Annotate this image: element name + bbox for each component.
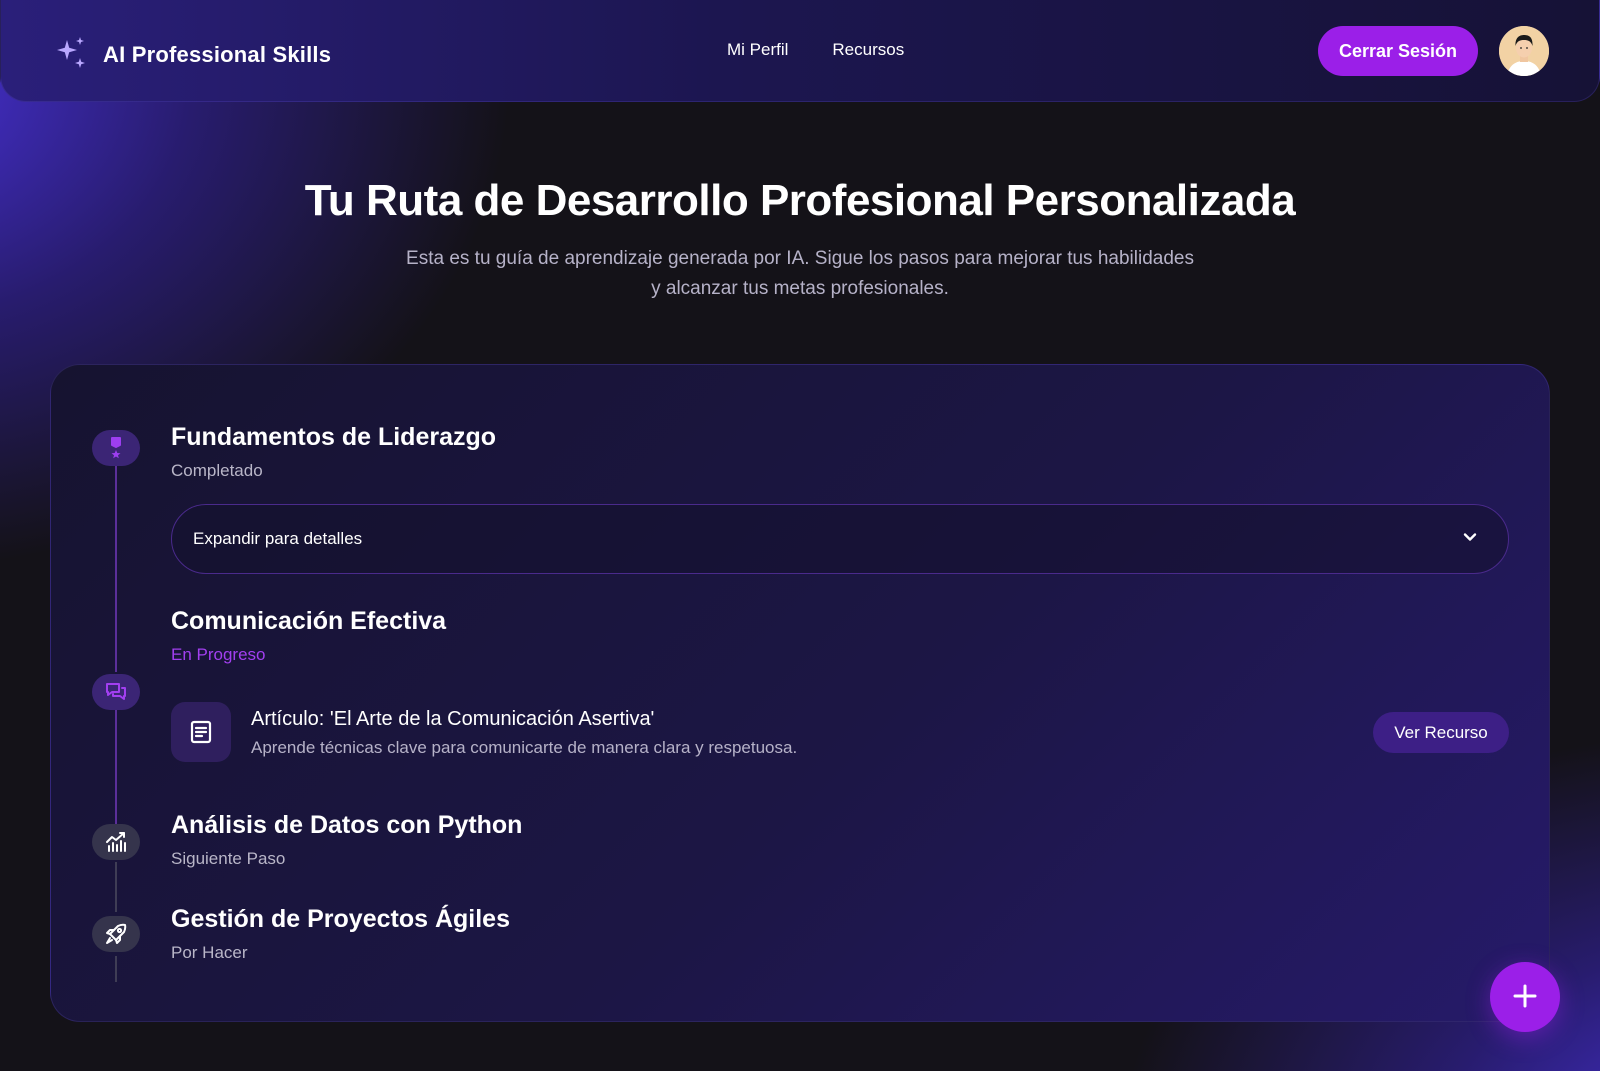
timeline-connector — [115, 710, 117, 826]
step-status: En Progreso — [171, 645, 266, 664]
step-status: Siguiente Paso — [171, 849, 286, 868]
logout-button[interactable]: Cerrar Sesión — [1318, 26, 1478, 76]
page-title: Tu Ruta de Desarrollo Profesional Person… — [304, 176, 1296, 225]
nav-link-recursos[interactable]: Recursos — [832, 40, 904, 60]
timeline-connector — [115, 956, 117, 982]
timeline-connector — [115, 466, 117, 672]
avatar[interactable] — [1499, 26, 1549, 76]
rocket-icon — [92, 916, 140, 952]
main-nav: Mi Perfil Recursos — [727, 40, 904, 60]
sparkles-icon — [53, 34, 89, 75]
add-step-button[interactable] — [1490, 962, 1560, 1032]
view-resource-button[interactable]: Ver Recurso — [1373, 712, 1509, 753]
timeline-connector — [115, 862, 117, 912]
top-navbar: AI Professional Skills Mi Perfil Recurso… — [0, 0, 1600, 102]
chevron-down-icon — [1460, 527, 1480, 547]
step-status: Completado — [171, 461, 263, 480]
page-subtitle: Esta es tu guía de aprendizaje generada … — [406, 248, 1194, 299]
step-details-expander[interactable]: Expandir para detalles — [171, 504, 1509, 574]
step-status: Por Hacer — [171, 943, 248, 962]
resource-description: Aprende técnicas clave para comunicarte … — [251, 738, 798, 757]
chat-bubbles-icon — [92, 674, 140, 710]
step-title: Comunicación Efectiva — [171, 607, 447, 635]
award-icon — [92, 430, 140, 466]
article-icon — [171, 702, 231, 762]
app-title: AI Professional Skills — [103, 41, 332, 67]
step-title: Análisis de Datos con Python — [171, 811, 523, 839]
plus-icon — [1511, 982, 1539, 1013]
chart-icon — [92, 824, 140, 860]
step-title: Gestión de Proyectos Ágiles — [171, 905, 510, 933]
step-title: Fundamentos de Liderazgo — [171, 423, 497, 451]
resource-title: Artículo: 'El Arte de la Comunicación As… — [251, 708, 655, 730]
brand[interactable]: AI Professional Skills — [53, 34, 331, 75]
expander-label: Expandir para detalles — [193, 529, 363, 548]
nav-link-mi-perfil[interactable]: Mi Perfil — [727, 40, 788, 60]
